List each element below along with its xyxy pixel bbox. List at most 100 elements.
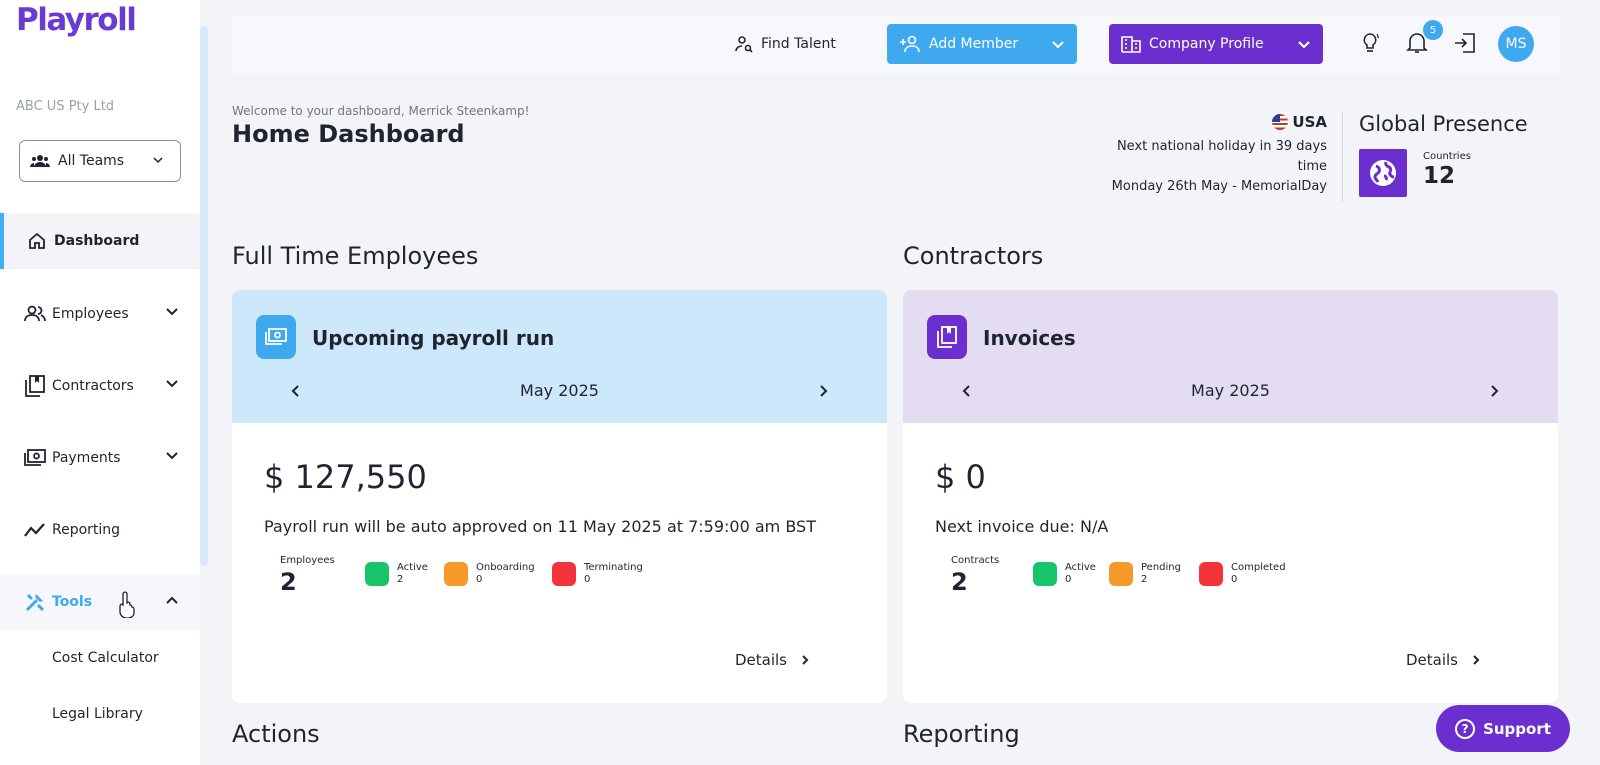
sidebar-item-contractors[interactable]: Contractors [0, 358, 200, 414]
sidebar-subitem-legal-library[interactable]: Legal Library [52, 706, 143, 722]
team-select[interactable]: All Teams [19, 140, 181, 182]
sidebar-item-tools[interactable]: Tools [0, 574, 200, 630]
contracts-label: Contracts [951, 555, 1000, 566]
invoices-note: Next invoice due: N/A [935, 517, 1109, 536]
stat-onboarding: Onboarding 0 [444, 562, 535, 586]
globe-icon [1359, 149, 1407, 197]
sidebar-scrollbar[interactable] [200, 26, 208, 566]
help-icon: ? [1455, 718, 1476, 739]
add-member-label: Add Member [929, 36, 1019, 52]
invoices-details-link[interactable]: Details [1406, 651, 1482, 669]
sidebar-item-reporting[interactable]: Reporting [0, 502, 200, 558]
sidebar-item-label: Contractors [52, 378, 134, 394]
month-label: May 2025 [1191, 381, 1270, 400]
team-icon [30, 155, 50, 167]
chevron-down-icon [166, 308, 178, 316]
next-month-arrow[interactable] [1486, 383, 1502, 399]
holiday-info: USA Next national holiday in 39 days tim… [1112, 112, 1327, 197]
status-dot-orange [1109, 562, 1133, 586]
holiday-country: USA [1272, 112, 1327, 132]
contracts-count: 2 [951, 568, 968, 596]
status-dot-red [1199, 562, 1223, 586]
global-presence-title: Global Presence [1359, 112, 1528, 136]
sidebar-item-label: Employees [52, 306, 129, 322]
sidebar-subitem-cost-calculator[interactable]: Cost Calculator [52, 650, 159, 666]
chevron-right-icon [1473, 655, 1480, 665]
invoices-card: Invoices May 2025 $ 0 Next invoice due: … [903, 290, 1558, 703]
sidebar-item-label: Tools [52, 594, 93, 610]
stat-terminating: Terminating 0 [552, 562, 643, 586]
status-dot-red [552, 562, 576, 586]
sidebar-item-payments[interactable]: Payments [0, 430, 200, 486]
section-title-actions: Actions [232, 720, 320, 748]
chevron-down-icon [166, 452, 178, 460]
notification-badge: 5 [1423, 20, 1443, 40]
sidebar-item-employees[interactable]: Employees [0, 286, 200, 342]
chevron-right-icon [802, 655, 809, 665]
stat-active: Active 0 [1033, 562, 1096, 586]
money-icon [256, 315, 296, 359]
chevron-up-icon [166, 596, 178, 604]
status-dot-green [1033, 562, 1057, 586]
card-title: Invoices [983, 326, 1076, 350]
chevron-down-icon [1052, 41, 1064, 49]
payroll-details-link[interactable]: Details [735, 651, 811, 669]
users-icon [24, 303, 46, 325]
logo[interactable]: Playroll [16, 2, 137, 38]
logout-icon[interactable] [1452, 30, 1478, 56]
hand-cursor-icon [119, 591, 135, 618]
us-flag-icon [1272, 114, 1289, 130]
section-title-fte: Full Time Employees [232, 242, 479, 270]
section-title-reporting: Reporting [903, 720, 1020, 748]
chevron-down-icon [1298, 41, 1310, 49]
support-button[interactable]: ? Support [1436, 705, 1570, 752]
add-member-button[interactable]: Add Member [887, 24, 1077, 64]
invoices-card-header: Invoices May 2025 [903, 290, 1558, 423]
holiday-date: Monday 26th May - MemorialDay [1111, 179, 1327, 194]
home-icon [26, 230, 48, 252]
stat-completed: Completed 0 [1199, 562, 1286, 586]
next-month-arrow[interactable] [815, 383, 831, 399]
status-dot-orange [444, 562, 468, 586]
money-icon [24, 447, 46, 469]
payroll-card-header: Upcoming payroll run May 2025 [232, 290, 887, 423]
find-talent-link[interactable]: Find Talent [735, 35, 836, 53]
contract-icon [927, 315, 967, 359]
avatar[interactable]: MS [1498, 26, 1534, 62]
team-select-value: All Teams [58, 153, 125, 169]
chart-line-icon [24, 519, 46, 541]
sidebar-item-label: Dashboard [54, 233, 140, 249]
invoices-amount: $ 0 [935, 458, 986, 496]
page-title: Home Dashboard [232, 120, 465, 148]
divider [1342, 112, 1343, 202]
status-dot-green [365, 562, 389, 586]
section-title-contractors: Contractors [903, 242, 1044, 270]
support-label: Support [1483, 719, 1551, 738]
sidebar-item-label: Reporting [52, 522, 121, 538]
chevron-down-icon [153, 157, 163, 164]
add-person-icon [900, 35, 920, 53]
welcome-message: Welcome to your dashboard, Merrick Steen… [232, 104, 530, 118]
sidebar-item-label: Payments [52, 450, 121, 466]
company-profile-label: Company Profile [1149, 36, 1264, 52]
month-label: May 2025 [520, 381, 599, 400]
find-talent-label: Find Talent [761, 36, 836, 52]
holiday-line: Next national holiday in 39 days [1116, 139, 1327, 154]
countries-label: Countries [1423, 151, 1471, 162]
stat-pending: Pending 2 [1109, 562, 1181, 586]
company-profile-button[interactable]: Company Profile [1109, 24, 1323, 64]
sidebar-item-dashboard[interactable]: Dashboard [0, 213, 200, 269]
card-title: Upcoming payroll run [312, 326, 555, 350]
holiday-line: time [1297, 159, 1327, 174]
employees-label: Employees [280, 555, 335, 566]
stat-active: Active 2 [365, 562, 428, 586]
tips-lightbulb-icon[interactable] [1357, 30, 1383, 56]
person-search-icon [735, 36, 753, 53]
payroll-amount: $ 127,550 [264, 458, 427, 496]
countries-value: 12 [1423, 163, 1456, 189]
chevron-down-icon [166, 380, 178, 388]
top-bar: Find Talent Add Member Company Profile 5… [232, 16, 1560, 74]
contract-icon [24, 375, 46, 397]
payroll-note: Payroll run will be auto approved on 11 … [264, 517, 816, 536]
payroll-card: Upcoming payroll run May 2025 $ 127,550 … [232, 290, 887, 703]
